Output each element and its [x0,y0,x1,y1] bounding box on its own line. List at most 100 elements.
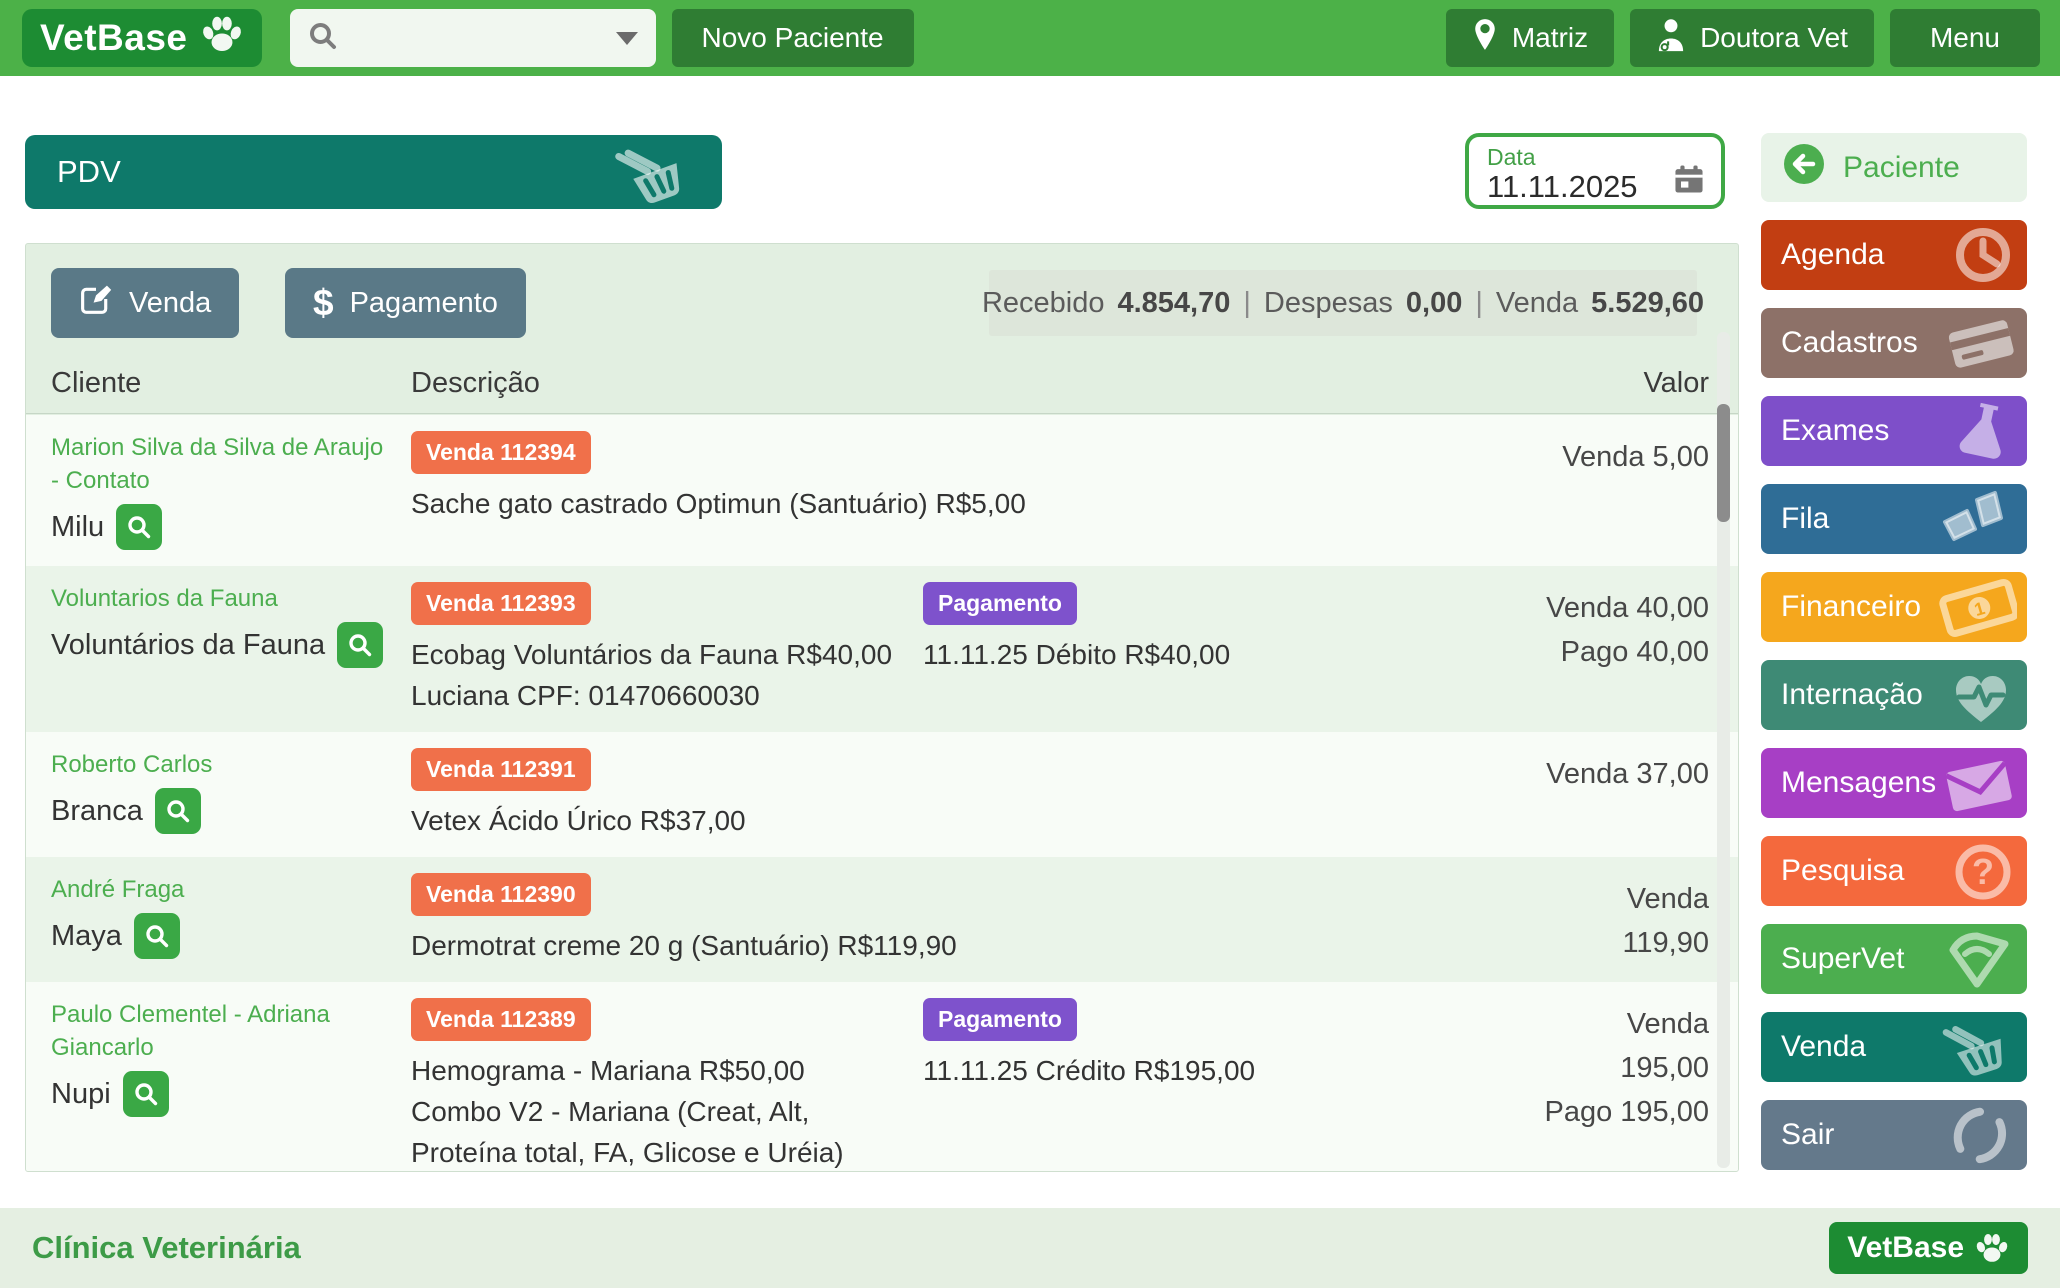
valor-line: Venda 195,00 [1539,1002,1709,1090]
sidebar-item-financeiro[interactable]: Financeiro 1 [1761,572,2027,642]
sidebar-item-supervet[interactable]: SuperVet [1761,924,2027,994]
sidebar-item-mensagens[interactable]: Mensagens [1761,748,2027,818]
sidebar-item-venda[interactable]: Venda [1761,1012,2027,1082]
pagamento-tab-button[interactable]: $ Pagamento [285,268,526,338]
pet-name: Voluntários da Fauna [51,629,325,662]
client-cell: Voluntarios da Fauna Voluntários da Faun… [51,582,391,668]
valor-line: Venda 37,00 [1539,752,1709,796]
column-header-cliente: Cliente [51,367,141,400]
sidebar-item-internacao[interactable]: Internação [1761,660,2027,730]
despesas-label: Despesas [1264,287,1393,320]
valor-line: Venda 5,00 [1539,435,1709,479]
client-link[interactable]: Paulo Clementel - Adriana Giancarlo [51,998,391,1064]
calendar-icon[interactable] [1673,163,1705,195]
search-input[interactable] [350,23,604,54]
power-icon [1931,1104,2017,1174]
description-line: Sache gato castrado Optimun (Santuário) … [411,483,1519,524]
column-header-descricao: Descrição [411,367,540,400]
description-cell: Venda 112393 Ecobag Voluntários da Fauna… [411,582,903,716]
clinic-name: Clínica Veterinária [32,1230,301,1266]
svg-text:?: ? [1972,851,1994,892]
magnifier-icon [126,514,152,540]
description-cell: Venda 112390 Dermotrat creme 20 g (Santu… [411,873,1519,966]
scrollbar-thumb[interactable] [1717,404,1730,522]
pagamento-badge: Pagamento [923,582,1077,625]
column-header-valor: Valor [1643,367,1709,400]
despesas-value: 0,00 [1406,287,1462,320]
clock-icon [1931,224,2017,294]
venda-total-value: 5.529,60 [1591,287,1704,320]
sidebar-item-label: Agenda [1781,238,1884,272]
client-search-button[interactable] [116,504,162,550]
client-search-button[interactable] [134,913,180,959]
location-button[interactable]: Matriz [1446,9,1614,67]
sales-panel: Venda $ Pagamento Recebido 4.854,70 | De… [25,243,1739,1172]
sidebar-item-paciente[interactable]: Paciente [1761,133,2027,202]
footer-logo: VetBase [1829,1222,2028,1274]
location-pin-icon [1472,18,1498,59]
magnifier-icon [144,923,170,949]
valor-line: Pago 195,00 [1539,1090,1709,1134]
client-search-button[interactable] [123,1071,169,1117]
client-cell: André Fraga Maya [51,873,391,959]
sidebar-item-agenda[interactable]: Agenda [1761,220,2027,290]
valor-line: Pago 40,00 [1539,630,1709,674]
sidebar-item-pesquisa[interactable]: Pesquisa ? [1761,836,2027,906]
valor-cell: Venda 119,90 [1539,873,1709,965]
sidebar-item-label: Sair [1781,1118,1834,1152]
venda-badge: Venda 112394 [411,431,591,474]
novo-paciente-button[interactable]: Novo Paciente [672,9,914,67]
table-header: Cliente Descrição Valor [26,359,1738,414]
pet-name: Nupi [51,1078,111,1111]
sidebar-item-cadastros[interactable]: Cadastros [1761,308,2027,378]
venda-badge: Venda 112391 [411,748,591,791]
shield-icon [1931,928,2017,998]
client-cell: Paulo Clementel - Adriana Giancarlo Nupi [51,998,391,1117]
scrollbar-track[interactable] [1717,332,1730,1168]
table-row: Marion Silva da Silva de Araujo - Contat… [26,415,1738,566]
client-link[interactable]: Roberto Carlos [51,748,391,781]
search-icon [308,21,338,56]
card-icon [1931,312,2017,382]
sidebar-item-sair[interactable]: Sair [1761,1100,2027,1170]
description-line: Combo V2 - Mariana (Creat, Alt, Proteína… [411,1091,903,1172]
client-link[interactable]: André Fraga [51,873,391,906]
sidebar-item-label: Exames [1781,414,1889,448]
pet-name: Milu [51,511,104,544]
magnifier-icon [165,798,191,824]
search-box[interactable] [290,9,656,67]
client-link[interactable]: Voluntarios da Fauna [51,582,391,615]
valor-cell: Venda 37,00 [1539,748,1709,796]
sidebar-item-label: Fila [1781,502,1829,536]
sidebar-item-label: Pesquisa [1781,854,1904,888]
description-cell: Venda 112394 Sache gato castrado Optimun… [411,431,1519,524]
sidebar-back-label: Paciente [1843,151,1960,185]
venda-badge: Venda 112389 [411,998,591,1041]
basket-icon [1931,1016,2017,1086]
valor-cell: Venda 5,00 [1539,431,1709,479]
client-link[interactable]: Marion Silva da Silva de Araujo - Contat… [51,431,391,497]
description-line: Ecobag Voluntários da Fauna R$40,00 [411,634,903,675]
sidebar-item-fila[interactable]: Fila [1761,484,2027,554]
client-search-button[interactable] [155,788,201,834]
recebido-label: Recebido [982,287,1105,320]
table-row: André Fraga Maya Venda 112390 Dermotrat … [26,857,1738,982]
valor-cell: Venda 195,00Pago 195,00 [1539,998,1709,1134]
tickets-icon [1931,488,2017,558]
banknote-icon: 1 [1931,576,2017,646]
client-search-button[interactable] [337,622,383,668]
user-button[interactable]: Doutora Vet [1630,9,1874,67]
payment-cell: Pagamento 11.11.25 Débito R$40,00 [923,582,1519,675]
date-field[interactable]: Data 11.11.2025 [1465,133,1725,209]
menu-button[interactable]: Menu [1890,9,2040,67]
dollar-icon: $ [313,282,334,324]
summary-bar: Recebido 4.854,70 | Despesas 0,00 | Vend… [989,270,1697,336]
flask-icon [1931,400,2017,470]
sidebar-item-exames[interactable]: Exames [1761,396,2027,466]
venda-tab-button[interactable]: Venda [51,268,239,338]
description-line: Luciana CPF: 01470660030 [411,675,903,716]
heart-pulse-icon [1931,664,2017,734]
back-arrow-icon [1783,143,1825,193]
client-cell: Roberto Carlos Branca [51,748,391,834]
venda-badge: Venda 112393 [411,582,591,625]
